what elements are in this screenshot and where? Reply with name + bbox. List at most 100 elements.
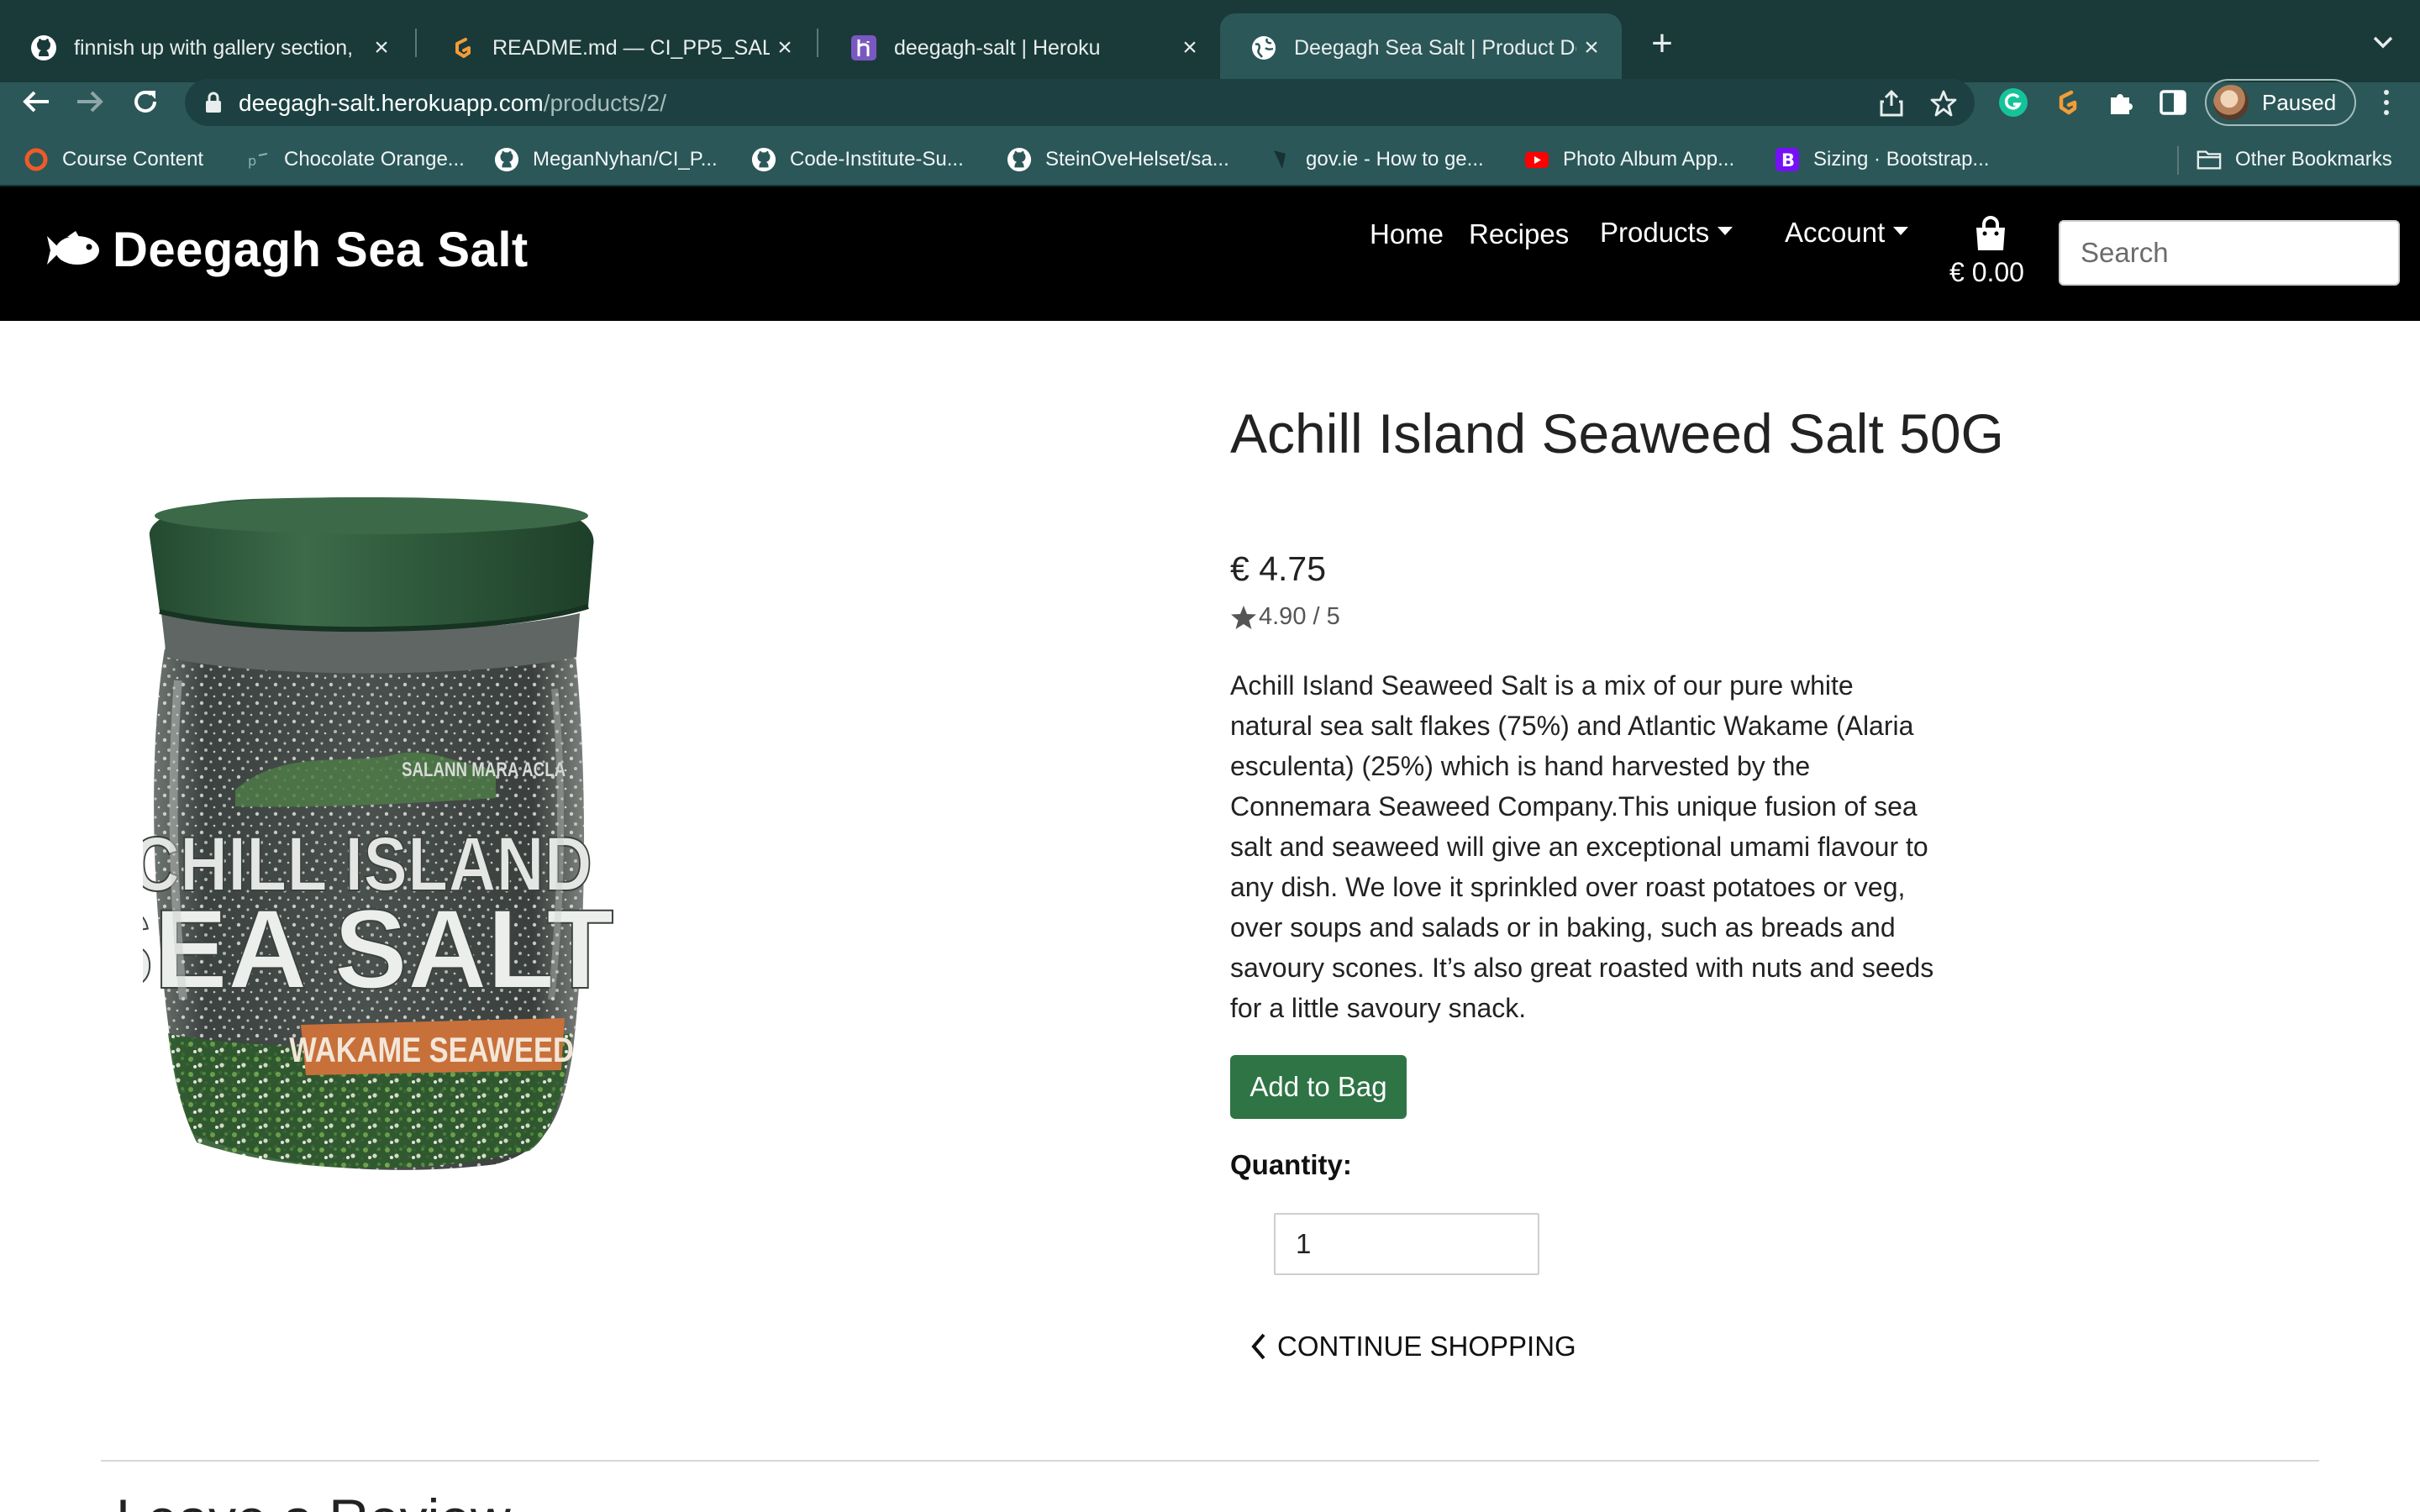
address-bar[interactable]: deegagh-salt.herokuapp.com/products/2/ (185, 79, 1975, 126)
svg-text:p: p (248, 153, 256, 169)
harp-icon (1267, 147, 1292, 172)
back-arrow-icon[interactable] (17, 82, 55, 121)
browser-tab-strip: finnish up with gallery section, × READM… (0, 0, 2420, 82)
bookmark-gov-ie[interactable]: gov.ie - How to ge... (1267, 143, 1484, 176)
gitpod-icon (449, 34, 476, 61)
continue-shopping-label: CONTINUE SHOPPING (1277, 1331, 1576, 1362)
product-description: Achill Island Seaweed Salt is a mix of o… (1230, 670, 1934, 1023)
browser-tab-github[interactable]: finnish up with gallery section, × (0, 13, 412, 82)
chevron-left-icon (1251, 1333, 1265, 1360)
github-icon (494, 147, 519, 172)
shopping-bag-icon[interactable] (1973, 215, 2008, 252)
add-to-bag-button[interactable]: Add to Bag (1230, 1055, 1407, 1119)
browser-tab-active[interactable]: Deegagh Sea Salt | Product De × (1220, 13, 1622, 82)
svg-text:B: B (1781, 150, 1795, 171)
p-icon: p (245, 147, 271, 172)
bookmark-chocolate-orange[interactable]: p Chocolate Orange... (245, 143, 465, 176)
section-divider (101, 1460, 2319, 1462)
github-icon (751, 147, 776, 172)
tab-title: Deegagh Sea Salt | Product De (1294, 35, 1576, 60)
extensions-puzzle-icon[interactable] (2104, 86, 2138, 119)
tab-separator (817, 29, 818, 57)
avatar (2213, 85, 2249, 120)
gitpod-extension-icon[interactable] (2050, 86, 2084, 119)
bookmark-megannyhan[interactable]: MeganNyhan/CI_P... (494, 143, 718, 176)
bookmark-course-content[interactable]: Course Content (24, 143, 203, 176)
product-title: Achill Island Seaweed Salt 50G (1230, 402, 2004, 465)
bookmark-label: Photo Album App... (1563, 148, 1735, 171)
bookmark-sizing-bootstrap[interactable]: B Sizing · Bootstrap... (1775, 143, 1989, 176)
nav-products-dropdown[interactable]: Products (1600, 217, 1733, 249)
bookmark-steinovehelset[interactable]: SteinOveHelset/sa... (1007, 143, 1229, 176)
close-tab-icon[interactable]: × (770, 33, 800, 63)
product-rating: 4.90 / 5 (1230, 603, 1340, 631)
browser-tab-heroku[interactable]: deegagh-salt | Heroku × (820, 13, 1220, 82)
close-tab-icon[interactable]: × (1576, 33, 1607, 63)
forward-arrow-icon[interactable] (71, 82, 109, 121)
nav-recipes[interactable]: Recipes (1469, 218, 1569, 250)
reload-icon[interactable] (126, 82, 165, 121)
lock-icon[interactable] (202, 91, 225, 114)
quantity-input[interactable] (1274, 1213, 1539, 1275)
site-brand[interactable]: Deegagh Sea Salt (45, 222, 529, 278)
bookmark-label: SteinOveHelset/sa... (1045, 148, 1229, 171)
search-input[interactable] (2059, 220, 2400, 286)
nav-home[interactable]: Home (1370, 218, 1444, 250)
nav-account-label: Account (1785, 217, 1886, 248)
tab-separator (415, 29, 417, 57)
site-navbar: Deegagh Sea Salt Home Recipes Products A… (0, 186, 2420, 321)
tab-title: finnish up with gallery section, (74, 35, 354, 60)
rating-value: 4.90 / 5 (1259, 603, 1340, 630)
jar-label-top: SALANN MARA ACLA (402, 759, 566, 781)
bookmark-label: Other Bookmarks (2235, 148, 2392, 171)
quantity-label: Quantity: (1230, 1149, 1352, 1180)
fish-logo-icon (47, 230, 99, 265)
more-menu-icon[interactable] (2370, 84, 2403, 121)
bag-total[interactable]: € 0.00 (1949, 257, 2024, 288)
profile-button[interactable]: Paused (2205, 79, 2356, 126)
jar-badge-text: WAKAME SEAWEED (289, 1031, 574, 1070)
star-icon (1231, 605, 1256, 629)
nav-products-label: Products (1600, 217, 1710, 248)
jar-label-line2: SEA SALT (143, 887, 613, 1012)
side-panel-icon[interactable] (2156, 86, 2190, 119)
bookmark-other-bookmarks[interactable]: Other Bookmarks (2196, 143, 2392, 176)
product-image: SALANN MARA ACLA ACHILL ISLAND SEA SALT … (143, 497, 614, 1170)
github-icon (1007, 147, 1032, 172)
course-icon (24, 147, 49, 172)
heroku-icon (850, 34, 877, 61)
url-host: deegagh-salt.herokuapp.com (239, 90, 544, 116)
bookmark-label: gov.ie - How to ge... (1306, 148, 1484, 171)
bookmark-code-institute[interactable]: Code-Institute-Su... (751, 143, 964, 176)
grammarly-icon[interactable] (1996, 86, 2030, 119)
caret-down-icon (1893, 227, 1909, 236)
close-tab-icon[interactable]: × (366, 33, 397, 63)
reviews-heading: Leave a Review (116, 1487, 511, 1512)
bootstrap-icon: B (1775, 147, 1800, 172)
bookmark-label: MeganNyhan/CI_P... (533, 148, 718, 171)
tab-title: README.md — CI_PP5_SALT – (492, 35, 770, 60)
product-price: € 4.75 (1230, 549, 1326, 588)
browser-tab-readme[interactable]: README.md — CI_PP5_SALT – × (418, 13, 815, 82)
svg-text:SALANN MARA ACLA: SALANN MARA ACLA (402, 759, 566, 781)
caret-down-icon (1718, 227, 1733, 236)
chevron-down-icon[interactable] (2363, 22, 2403, 62)
folder-icon (2196, 147, 2222, 172)
bookmark-label: Code-Institute-Su... (790, 148, 964, 171)
bookmark-label: Sizing · Bootstrap... (1813, 148, 1990, 171)
url-path: /products/2/ (543, 90, 666, 116)
star-bookmark-icon[interactable] (1929, 89, 1958, 118)
github-icon (30, 34, 57, 61)
close-tab-icon[interactable]: × (1175, 33, 1205, 63)
youtube-icon (1524, 147, 1549, 172)
url-text: deegagh-salt.herokuapp.com/products/2/ (239, 90, 666, 117)
continue-shopping-link[interactable]: CONTINUE SHOPPING (1249, 1331, 1576, 1362)
bookmark-label: Course Content (62, 148, 204, 171)
bookmark-photo-album[interactable]: Photo Album App... (1524, 143, 1734, 176)
bookmark-separator (2177, 146, 2179, 175)
bookmarks-bar: Course Content p Chocolate Orange... Meg… (0, 134, 2420, 186)
new-tab-icon[interactable]: + (1640, 22, 1684, 66)
nav-account-dropdown[interactable]: Account (1785, 217, 1909, 249)
bookmark-label: Chocolate Orange... (284, 148, 465, 171)
share-icon[interactable] (1877, 89, 1906, 118)
